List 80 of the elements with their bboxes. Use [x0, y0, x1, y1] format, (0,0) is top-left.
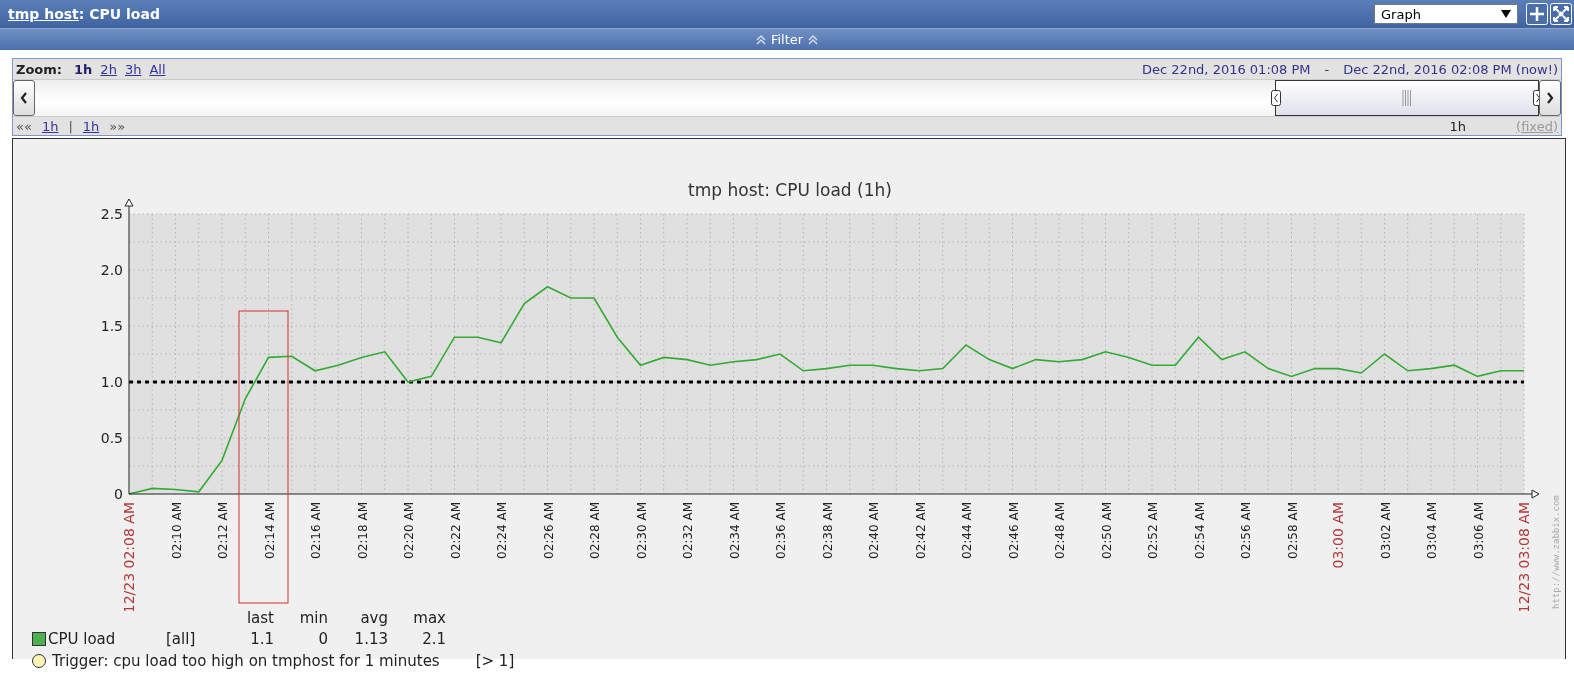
- x-tick-label: 02:58 AM: [1285, 502, 1300, 559]
- legend-value: 1.13: [353, 629, 388, 648]
- add-icon[interactable]: [1526, 3, 1548, 25]
- x-tick-label: 02:12 AM: [216, 502, 230, 559]
- x-tick-label: 12/23 03:08 AM: [1516, 502, 1532, 611]
- fullscreen-icon[interactable]: [1550, 3, 1572, 25]
- zoom-option[interactable]: 3h: [124, 61, 142, 77]
- legend-series-name: CPU load: [48, 629, 117, 648]
- x-tick-label: 12/23 02:08 AM: [121, 502, 137, 611]
- chevron-right-icon: [1546, 92, 1554, 104]
- y-tick-label: 0.5: [100, 430, 123, 446]
- step-back-link[interactable]: 1h: [41, 118, 59, 134]
- x-tick-label: 02:16 AM: [309, 502, 323, 559]
- x-tick-label: 02:22 AM: [448, 502, 463, 559]
- x-tick-label: 02:48 AM: [1053, 502, 1067, 559]
- x-tick-label: 02:52 AM: [1146, 502, 1160, 559]
- zoom-option[interactable]: All: [149, 61, 166, 77]
- x-tick-label: 02:50 AM: [1099, 502, 1114, 559]
- x-tick-label: 03:04 AM: [1425, 502, 1439, 559]
- chart-title: tmp host: CPU load (1h): [688, 180, 892, 200]
- caret-icon: [1501, 10, 1511, 18]
- y-tick-label: 2.0: [100, 262, 123, 278]
- page-title: : CPU load: [78, 6, 160, 22]
- period-length: 1h: [1449, 118, 1467, 134]
- period-separator: -: [1324, 61, 1330, 77]
- legend-column-header: max: [412, 608, 446, 627]
- y-tick-label: 1.5: [100, 318, 123, 334]
- legend-value: 1.1: [249, 629, 274, 648]
- x-tick-label: 02:42 AM: [913, 502, 928, 559]
- grip-icon: [1402, 90, 1412, 106]
- host-link[interactable]: tmp host: [8, 6, 79, 22]
- x-tick-label: 02:40 AM: [867, 502, 881, 559]
- forward-link[interactable]: »»: [109, 118, 126, 134]
- chevron-up-icon: [808, 34, 819, 45]
- x-tick-label: 02:44 AM: [960, 502, 974, 559]
- view-select[interactable]: Graph: [1374, 4, 1518, 24]
- zoom-label: Zoom:: [16, 61, 63, 77]
- x-tick-label: 02:20 AM: [402, 502, 416, 559]
- x-tick-label: 02:36 AM: [774, 502, 788, 559]
- x-tick-label: 02:46 AM: [1006, 502, 1021, 559]
- x-tick-label: 03:02 AM: [1378, 502, 1393, 559]
- zoom-option[interactable]: 1h: [74, 61, 93, 77]
- period-end: Dec 22nd, 2016 02:08 PM (now!): [1343, 61, 1558, 77]
- x-tick-label: 03:06 AM: [1471, 502, 1486, 559]
- legend-scope: [all]: [166, 629, 197, 648]
- chevron-left-icon: [20, 92, 28, 104]
- period-start: Dec 22nd, 2016 01:08 PM: [1142, 61, 1311, 77]
- x-tick-label: 02:54 AM: [1192, 502, 1207, 559]
- x-tick-label: 03:00 AM: [1330, 502, 1346, 569]
- source-url: http://www.zabbix.com: [1551, 495, 1561, 609]
- scroll-right-button[interactable]: [1539, 80, 1561, 116]
- back-link[interactable]: ««: [16, 118, 32, 134]
- trigger-description: Trigger: cpu load too high on tmphost for 1 minutes: [52, 652, 440, 670]
- x-tick-label: 02:30 AM: [634, 502, 649, 559]
- y-tick-label: 2.5: [100, 206, 123, 222]
- legend-column-header: avg: [359, 608, 388, 627]
- filter-toggle[interactable]: Filter: [753, 32, 821, 47]
- x-tick-label: 02:38 AM: [820, 502, 835, 559]
- x-tick-label: 02:32 AM: [681, 502, 695, 559]
- resize-handle-icon[interactable]: [1271, 90, 1281, 106]
- legend-column-header: last: [245, 608, 274, 627]
- legend-value: 0: [317, 629, 328, 648]
- x-tick-label: 02:28 AM: [588, 502, 602, 559]
- x-tick-label: 02:10 AM: [169, 502, 184, 559]
- x-tick-label: 02:24 AM: [495, 502, 509, 559]
- legend-column-header: min: [298, 608, 328, 627]
- step-forward-link[interactable]: 1h: [82, 118, 100, 134]
- legend-value: 2.1: [421, 629, 446, 648]
- x-tick-label: 02:18 AM: [355, 502, 370, 559]
- x-tick-label: 02:14 AM: [262, 502, 277, 559]
- scroll-left-button[interactable]: [13, 80, 35, 116]
- trigger-condition: [> 1]: [475, 652, 515, 670]
- chevron-up-icon: [755, 34, 766, 45]
- x-tick-label: 02:26 AM: [541, 502, 556, 559]
- y-tick-label: 0: [114, 486, 123, 502]
- x-tick-label: 02:56 AM: [1239, 502, 1253, 559]
- nav-divider: |: [68, 118, 73, 134]
- zoom-option[interactable]: 2h: [100, 61, 117, 77]
- x-tick-label: 02:34 AM: [727, 502, 742, 559]
- y-tick-label: 1.0: [100, 374, 123, 390]
